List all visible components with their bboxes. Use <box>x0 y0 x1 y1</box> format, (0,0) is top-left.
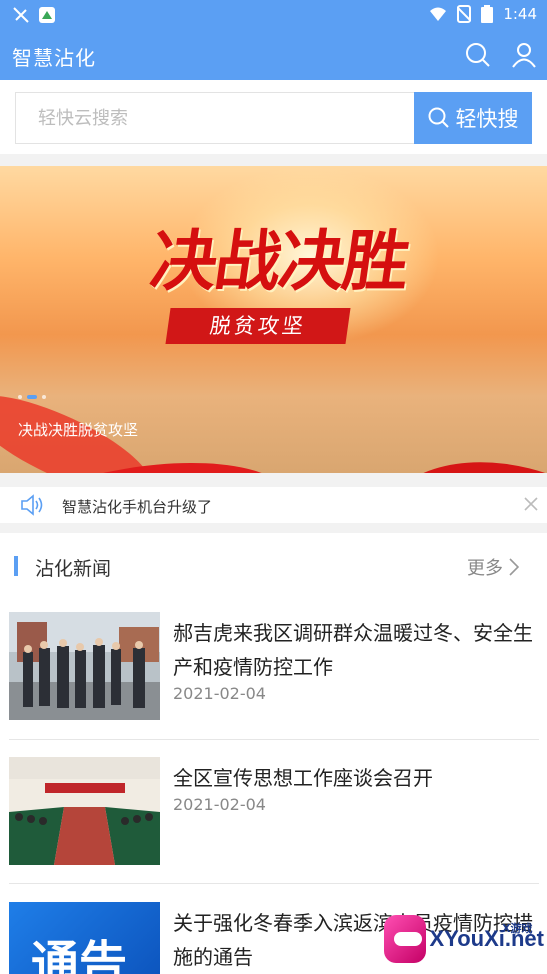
notice-bar[interactable]: 智慧沾化手机台升级了 <box>0 487 547 523</box>
news-date: 2021-02-04 <box>173 795 266 814</box>
news-date: 2021-02-04 <box>173 684 266 703</box>
wifi-icon <box>430 7 447 21</box>
banner-headline: 决战决胜 <box>145 222 413 300</box>
chevron-right-icon <box>509 558 519 576</box>
close-icon[interactable] <box>523 496 539 512</box>
news-thumbnail <box>9 757 160 865</box>
user-icon[interactable] <box>512 42 536 68</box>
watermark-logo <box>384 915 426 963</box>
search-box <box>15 92 414 144</box>
status-time: 1:44 <box>503 5 537 23</box>
banner-carousel[interactable]: 决战决胜 脱贫攻坚 决战决胜脱贫攻坚 <box>0 166 547 473</box>
more-label: 更多 <box>467 558 503 579</box>
carousel-indicator <box>18 395 46 399</box>
news-headline: 全区宣传思想工作座谈会召开 <box>173 766 433 790</box>
banner-ribbon <box>364 436 547 473</box>
more-link[interactable]: 更多 <box>467 554 519 580</box>
battery-icon <box>481 5 494 23</box>
search-bar: 轻快搜 <box>0 80 547 154</box>
notice-text: 智慧沾化手机台升级了 <box>62 498 213 516</box>
search-icon[interactable] <box>465 42 491 68</box>
app-notification-icon <box>39 7 55 23</box>
divider <box>9 883 539 884</box>
watermark: XYouXi.net X游戏 <box>384 908 544 970</box>
thumbnail-text: 通告 <box>31 936 128 974</box>
banner-subhead: 脱贫攻坚 <box>165 308 351 344</box>
divider <box>9 739 539 740</box>
section-title: 沾化新闻 <box>35 558 112 580</box>
speaker-icon <box>21 494 43 516</box>
news-thumbnail: 通告 <box>9 902 160 974</box>
watermark-small-text: X游戏 <box>502 922 533 935</box>
search-input[interactable] <box>16 93 414 143</box>
news-headline: 郝吉虎来我区调研群众温暖过冬、安全生产和疫情防控工作 <box>173 621 533 679</box>
app-title: 智慧沾化 <box>12 46 96 70</box>
banner-caption: 决战决胜脱贫攻坚 <box>18 421 139 439</box>
carousel-dot <box>42 395 46 399</box>
status-bar: 1:44 <box>0 0 547 30</box>
app-bar: 智慧沾化 <box>0 30 547 80</box>
news-thumbnail <box>9 612 160 720</box>
search-button[interactable]: 轻快搜 <box>414 92 532 144</box>
carousel-dot-active <box>27 395 37 399</box>
carousel-dot <box>18 395 22 399</box>
section-accent-bar <box>14 556 18 576</box>
search-icon <box>428 107 449 128</box>
no-sim-icon <box>457 5 472 23</box>
signal-mute-icon <box>13 7 29 23</box>
search-button-label: 轻快搜 <box>455 107 519 131</box>
